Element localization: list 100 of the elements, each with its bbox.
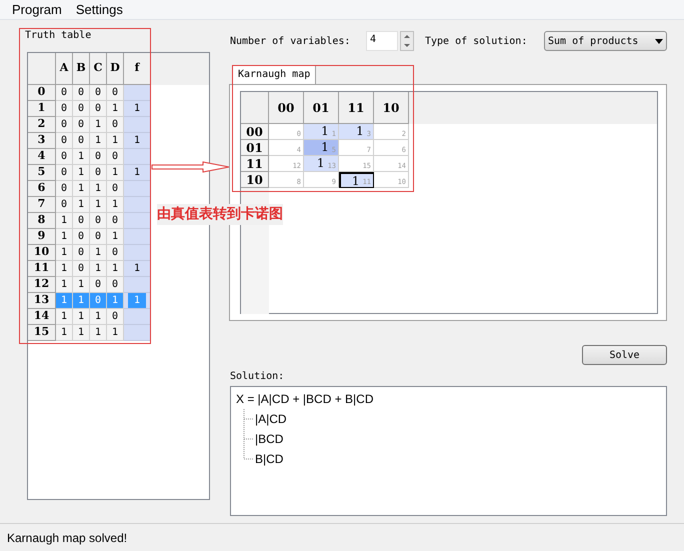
- output-cell[interactable]: [124, 309, 151, 325]
- tab[interactable]: Karnaugh map: [232, 65, 316, 84]
- table-cell[interactable]: 0: [56, 197, 73, 213]
- table-cell[interactable]: 1: [90, 133, 107, 149]
- table-cell[interactable]: 1: [73, 181, 90, 197]
- output-cell[interactable]: [124, 229, 151, 245]
- row-header: 10: [28, 245, 56, 261]
- table-cell[interactable]: 1: [90, 309, 107, 325]
- table-cell[interactable]: 0: [107, 149, 124, 165]
- table-cell[interactable]: 1: [56, 245, 73, 261]
- table-cell[interactable]: 0: [90, 101, 107, 117]
- table-cell[interactable]: 0: [73, 101, 90, 117]
- solution-type-dropdown[interactable]: Sum of products: [544, 31, 667, 51]
- table-cell[interactable]: 0: [73, 245, 90, 261]
- table-cell[interactable]: 0: [73, 261, 90, 277]
- table-cell[interactable]: 0: [90, 229, 107, 245]
- table-cell[interactable]: 1: [73, 325, 90, 341]
- cell-value: 1: [316, 156, 325, 170]
- output-cell[interactable]: [124, 213, 151, 229]
- table-cell[interactable]: 0: [107, 245, 124, 261]
- table-cell[interactable]: 0: [107, 117, 124, 133]
- row-header: 9: [28, 229, 56, 245]
- variables-input[interactable]: 4: [366, 31, 398, 51]
- spinner[interactable]: [400, 31, 414, 51]
- table-cell[interactable]: 0: [107, 85, 124, 101]
- output-cell[interactable]: [124, 149, 151, 165]
- table-cell[interactable]: 0: [56, 133, 73, 149]
- output-cell[interactable]: [124, 277, 151, 293]
- output-cell[interactable]: [124, 245, 151, 261]
- table-cell[interactable]: 1: [56, 261, 73, 277]
- table-cell[interactable]: 1: [90, 325, 107, 341]
- table-cell[interactable]: 0: [73, 117, 90, 133]
- status-text: Karnaugh map solved!: [7, 530, 128, 546]
- solve-button[interactable]: Solve: [582, 345, 667, 365]
- table-cell[interactable]: 0: [56, 181, 73, 197]
- table-cell[interactable]: 0: [73, 213, 90, 229]
- field-label: Number of variables:: [230, 34, 352, 48]
- corner-cell: [241, 92, 269, 124]
- tree-item[interactable]: X = |A|CD + |BCD + B|CD: [236, 389, 666, 409]
- table-cell[interactable]: 0: [73, 133, 90, 149]
- field-label: Type of solution:: [425, 34, 528, 48]
- table-cell[interactable]: 0: [56, 85, 73, 101]
- table-cell[interactable]: 1: [90, 197, 107, 213]
- tree-item[interactable]: |BCD: [255, 429, 284, 449]
- table-cell[interactable]: 1: [56, 213, 73, 229]
- table-cell[interactable]: 0: [90, 165, 107, 181]
- table-cell[interactable]: 0: [107, 277, 124, 293]
- output-cell[interactable]: 1: [124, 261, 151, 277]
- table-cell[interactable]: 0: [90, 85, 107, 101]
- output-cell[interactable]: [124, 325, 151, 341]
- tree-item[interactable]: B|CD: [255, 449, 284, 469]
- output-cell[interactable]: 1: [124, 101, 151, 117]
- output-cell[interactable]: [124, 117, 151, 133]
- table-cell[interactable]: 0: [107, 213, 124, 229]
- table-cell[interactable]: 1: [73, 309, 90, 325]
- output-cell[interactable]: 1: [124, 133, 151, 149]
- table-cell[interactable]: 0: [90, 277, 107, 293]
- table-cell[interactable]: 1: [90, 117, 107, 133]
- table-cell[interactable]: 0: [107, 309, 124, 325]
- table-cell[interactable]: 1: [107, 133, 124, 149]
- column-header: D: [107, 53, 124, 85]
- row-header: 2: [28, 117, 56, 133]
- output-cell[interactable]: 1: [124, 165, 151, 181]
- table-cell[interactable]: 1: [107, 101, 124, 117]
- table-cell[interactable]: 0: [90, 149, 107, 165]
- menu-item[interactable]: Program: [12, 0, 62, 20]
- table-cell[interactable]: 1: [107, 229, 124, 245]
- output-cell[interactable]: [124, 181, 151, 197]
- table-cell[interactable]: 1: [73, 149, 90, 165]
- output-cell[interactable]: [124, 197, 151, 213]
- table-cell[interactable]: 0: [56, 101, 73, 117]
- row-header: 13: [28, 293, 56, 309]
- table-cell[interactable]: 1: [107, 197, 124, 213]
- column-header: C: [90, 53, 107, 85]
- table-cell[interactable]: 0: [90, 213, 107, 229]
- row-header: 8: [28, 213, 56, 229]
- table-cell[interactable]: 0: [56, 149, 73, 165]
- table-cell[interactable]: 1: [56, 277, 73, 293]
- table-cell[interactable]: 1: [107, 261, 124, 277]
- table-cell[interactable]: 0: [73, 229, 90, 245]
- table-cell[interactable]: 0: [56, 117, 73, 133]
- row-header: 4: [28, 149, 56, 165]
- table-cell[interactable]: 0: [107, 181, 124, 197]
- tree-item[interactable]: |A|CD: [255, 409, 287, 429]
- menu-item[interactable]: Settings: [76, 0, 123, 20]
- table-cell[interactable]: 1: [73, 197, 90, 213]
- table-cell[interactable]: 1: [73, 165, 90, 181]
- table-cell[interactable]: 1: [107, 165, 124, 181]
- table-cell[interactable]: 0: [73, 85, 90, 101]
- table-cell[interactable]: 0: [56, 165, 73, 181]
- table-cell[interactable]: 1: [107, 325, 124, 341]
- table-cell[interactable]: 1: [90, 261, 107, 277]
- table-cell[interactable]: 1: [73, 277, 90, 293]
- corner-cell: [28, 53, 56, 85]
- table-cell[interactable]: 1: [56, 325, 73, 341]
- table-cell[interactable]: 1: [90, 245, 107, 261]
- output-cell[interactable]: [124, 85, 151, 101]
- table-cell[interactable]: 1: [56, 229, 73, 245]
- table-cell[interactable]: 1: [56, 309, 73, 325]
- table-cell[interactable]: 1: [90, 181, 107, 197]
